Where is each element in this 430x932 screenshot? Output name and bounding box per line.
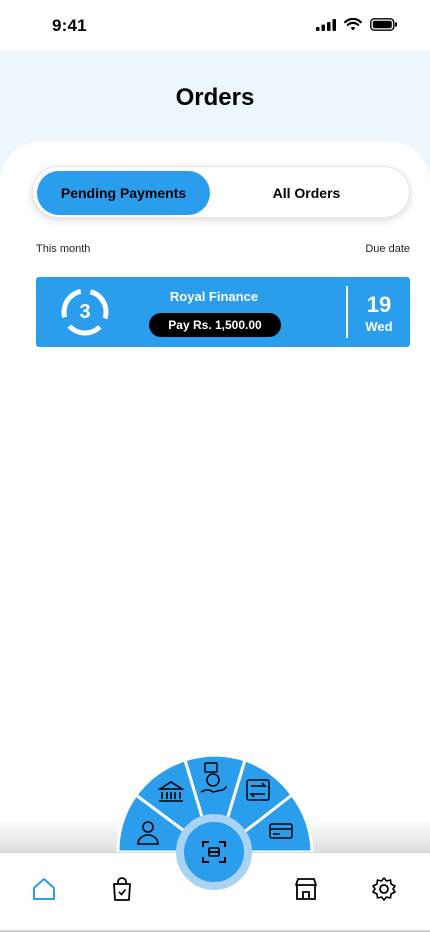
signal-icon: [316, 18, 336, 31]
shopping-bag-icon[interactable]: [108, 875, 136, 903]
page-title: Orders: [175, 84, 255, 111]
installment-count: 3: [79, 300, 91, 323]
payment-card[interactable]: 3 Royal Finance Pay Rs. 1,500.00 19 Wed: [36, 277, 410, 347]
tab-all-orders[interactable]: All Orders: [229, 171, 384, 215]
scan-icon: [202, 841, 226, 863]
status-time: 9:41: [52, 16, 87, 35]
scan-button[interactable]: [176, 814, 252, 890]
store-icon[interactable]: [292, 875, 320, 903]
due-weekday: Wed: [365, 319, 393, 334]
battery-icon: [370, 18, 397, 31]
wifi-icon: [344, 18, 362, 31]
pay-button[interactable]: Pay Rs. 1,500.00: [149, 313, 281, 337]
this-month-label: This month: [36, 243, 91, 255]
status-icons: [316, 18, 398, 31]
home-icon[interactable]: [30, 875, 58, 903]
settings-icon[interactable]: [370, 875, 398, 903]
order-tabs: Pending Payments All Orders: [32, 166, 410, 218]
status-bar: 9:41: [0, 0, 430, 50]
due-day: 19: [366, 292, 392, 317]
company-name: Royal Finance: [169, 289, 259, 304]
due-date-label: Due date: [365, 243, 410, 255]
tab-pending-payments[interactable]: Pending Payments: [37, 171, 210, 215]
